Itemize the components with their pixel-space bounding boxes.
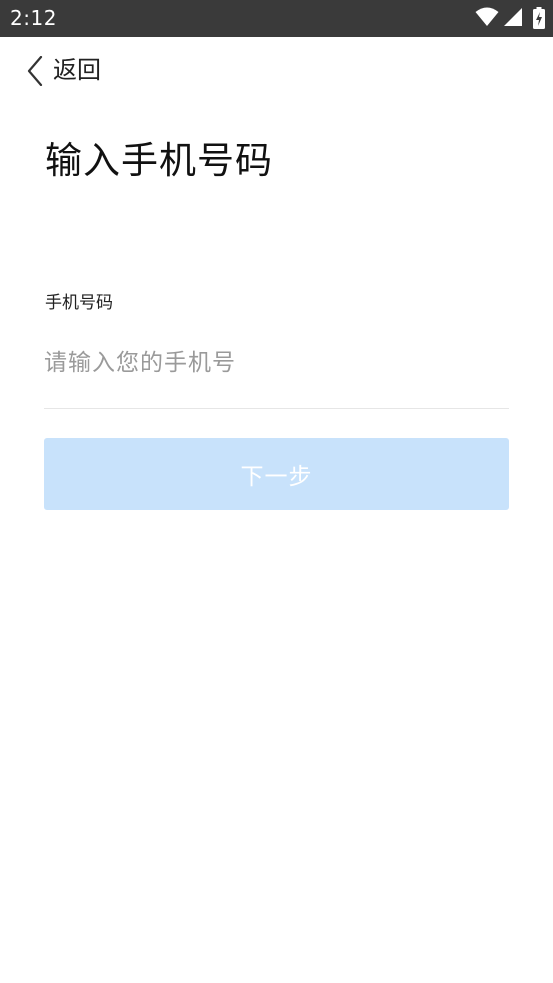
status-bar: 2:12 [0, 0, 553, 37]
wifi-icon [475, 7, 499, 26]
next-button[interactable]: 下一步 [44, 438, 509, 510]
page-title: 输入手机号码 [45, 139, 273, 182]
back-button[interactable]: 返回 [26, 52, 116, 90]
back-label: 返回 [53, 56, 101, 84]
chevron-left-icon [27, 56, 43, 86]
cellular-signal-icon [504, 8, 522, 26]
input-underline [44, 408, 509, 409]
battery-charging-icon [533, 7, 545, 29]
status-time: 2:12 [10, 6, 57, 30]
phone-input[interactable] [44, 340, 509, 386]
phone-field-label: 手机号码 [45, 293, 113, 313]
